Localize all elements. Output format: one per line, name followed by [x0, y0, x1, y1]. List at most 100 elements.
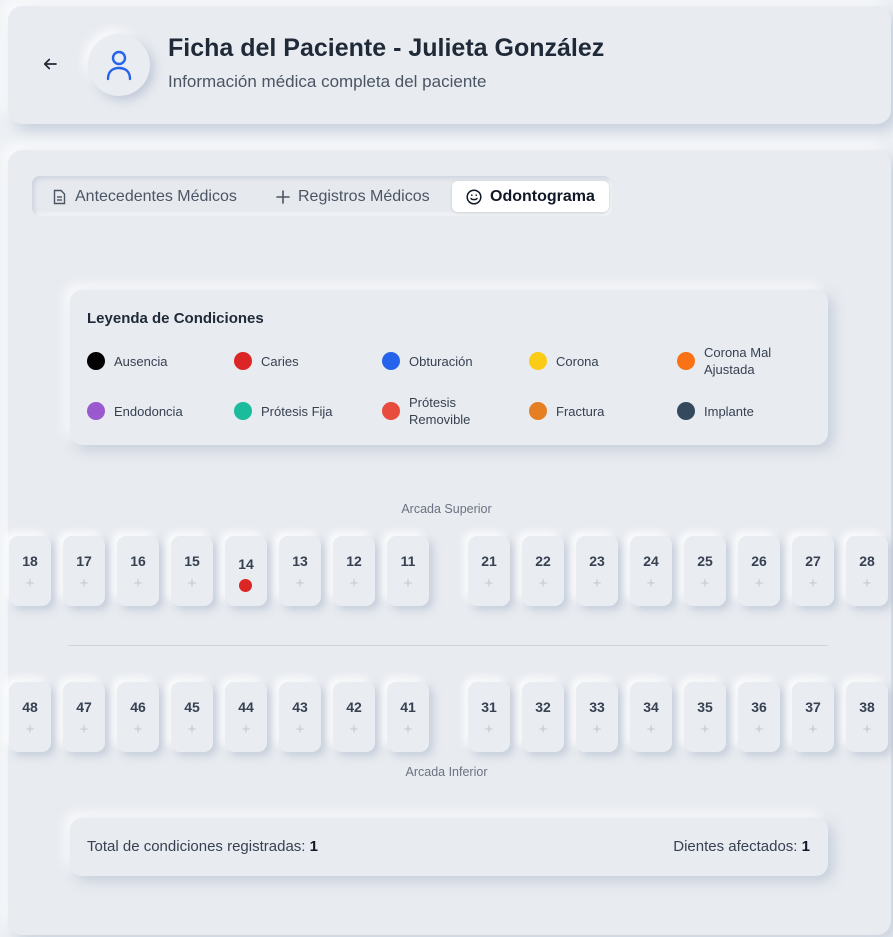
tooth-number: 42	[346, 699, 362, 715]
add-condition-icon: +	[484, 575, 494, 592]
plus-icon	[276, 189, 290, 204]
tooth-46[interactable]: 46 +	[117, 682, 159, 752]
add-condition-icon: +	[592, 721, 602, 738]
tooth-37[interactable]: 37 +	[792, 682, 834, 752]
tooth-33[interactable]: 33 +	[576, 682, 618, 752]
tooth-number: 46	[130, 699, 146, 715]
tooth-11[interactable]: 11 +	[387, 536, 429, 606]
legend-color-swatch	[677, 402, 695, 420]
page-subtitle: Información médica completa del paciente	[168, 72, 487, 91]
tooth-27[interactable]: 27 +	[792, 536, 834, 606]
tooth-28[interactable]: 28 +	[846, 536, 888, 606]
user-icon	[106, 50, 132, 81]
legend-title: Leyenda de Condiciones	[87, 310, 264, 327]
legend-label: Prótesis Fija	[261, 403, 333, 419]
add-condition-icon: +	[808, 721, 818, 738]
tab-label: Antecedentes Médicos	[75, 187, 237, 205]
tab-label: Registros Médicos	[298, 187, 430, 205]
tooth-15[interactable]: 15 +	[171, 536, 213, 606]
tooth-number: 34	[643, 699, 659, 715]
add-condition-icon: +	[25, 575, 35, 592]
tooth-48[interactable]: 48 +	[9, 682, 51, 752]
legend-color-swatch	[382, 352, 400, 370]
tooth-25[interactable]: 25 +	[684, 536, 726, 606]
legend-label: Corona Mal Ajustada	[704, 345, 772, 377]
tooth-number: 16	[130, 553, 146, 569]
tooth-number: 15	[184, 553, 200, 569]
tooth-number: 24	[643, 553, 659, 569]
legend-label: Corona	[556, 353, 599, 369]
tooth-number: 41	[400, 699, 416, 715]
legend-item: Obturación	[382, 350, 473, 372]
tooth-23[interactable]: 23 +	[576, 536, 618, 606]
legend-color-swatch	[234, 402, 252, 420]
tooth-41[interactable]: 41 +	[387, 682, 429, 752]
add-condition-icon: +	[79, 721, 89, 738]
tooth-34[interactable]: 34 +	[630, 682, 672, 752]
affected-teeth: Dientes afectados: 1	[673, 838, 810, 855]
add-condition-icon: +	[700, 575, 710, 592]
tooth-36[interactable]: 36 +	[738, 682, 780, 752]
tooth-14[interactable]: 14	[225, 536, 267, 606]
tooth-number: 31	[481, 699, 497, 715]
legend-color-swatch	[382, 402, 400, 420]
legend-item: Ausencia	[87, 350, 167, 372]
tooth-17[interactable]: 17 +	[63, 536, 105, 606]
add-condition-icon: +	[538, 575, 548, 592]
tooth-number: 38	[859, 699, 875, 715]
tooth-13[interactable]: 13 +	[279, 536, 321, 606]
tooth-18[interactable]: 18 +	[9, 536, 51, 606]
legend-item: Corona Mal Ajustada	[677, 345, 784, 377]
add-condition-icon: +	[295, 575, 305, 592]
arch-divider	[68, 645, 828, 646]
tooth-number: 32	[535, 699, 551, 715]
legend-item: Fractura	[529, 400, 604, 422]
upper-arch-label: Arcada Superior	[401, 502, 492, 516]
legend-label: Endodoncia	[114, 403, 183, 419]
legend-color-swatch	[87, 402, 105, 420]
legend-color-swatch	[87, 352, 105, 370]
affected-teeth-value: 1	[801, 838, 810, 855]
total-conditions-label: Total de condiciones registradas:	[87, 838, 306, 855]
tooth-number: 47	[76, 699, 92, 715]
tooth-22[interactable]: 22 +	[522, 536, 564, 606]
tooth-21[interactable]: 21 +	[468, 536, 510, 606]
tooth-12[interactable]: 12 +	[333, 536, 375, 606]
tooth-42[interactable]: 42 +	[333, 682, 375, 752]
tooth-number: 22	[535, 553, 551, 569]
tooth-35[interactable]: 35 +	[684, 682, 726, 752]
tooth-45[interactable]: 45 +	[171, 682, 213, 752]
add-condition-icon: +	[349, 575, 359, 592]
tab-antecedentes-medicos[interactable]: Antecedentes Médicos	[38, 181, 251, 212]
add-condition-icon: +	[133, 721, 143, 738]
tab-registros-medicos[interactable]: Registros Médicos	[262, 181, 444, 212]
tooth-number: 14	[238, 556, 254, 572]
add-condition-icon: +	[403, 575, 413, 592]
document-icon	[53, 189, 66, 204]
tooth-16[interactable]: 16 +	[117, 536, 159, 606]
page-title: Ficha del Paciente - Julieta González	[168, 34, 605, 62]
tooth-32[interactable]: 32 +	[522, 682, 564, 752]
legend-label: Implante	[704, 403, 754, 419]
legend-item: Implante	[677, 400, 754, 422]
legend-item: Caries	[234, 350, 299, 372]
tooth-47[interactable]: 47 +	[63, 682, 105, 752]
add-condition-icon: +	[241, 721, 251, 738]
legend-label: Ausencia	[114, 353, 168, 369]
add-condition-icon: +	[133, 575, 143, 592]
tooth-number: 26	[751, 553, 767, 569]
tooth-26[interactable]: 26 +	[738, 536, 780, 606]
tab-odontograma[interactable]: Odontograma	[452, 181, 609, 212]
back-button[interactable]	[30, 46, 70, 82]
tooth-number: 36	[751, 699, 767, 715]
tooth-44[interactable]: 44 +	[225, 682, 267, 752]
tooth-43[interactable]: 43 +	[279, 682, 321, 752]
tooth-38[interactable]: 38 +	[846, 682, 888, 752]
tooth-number: 11	[400, 553, 416, 569]
tooth-number: 13	[292, 553, 308, 569]
tooth-24[interactable]: 24 +	[630, 536, 672, 606]
affected-teeth-label: Dientes afectados:	[673, 838, 798, 855]
tooth-31[interactable]: 31 +	[468, 682, 510, 752]
patient-avatar	[88, 34, 150, 96]
tooth-number: 43	[292, 699, 308, 715]
